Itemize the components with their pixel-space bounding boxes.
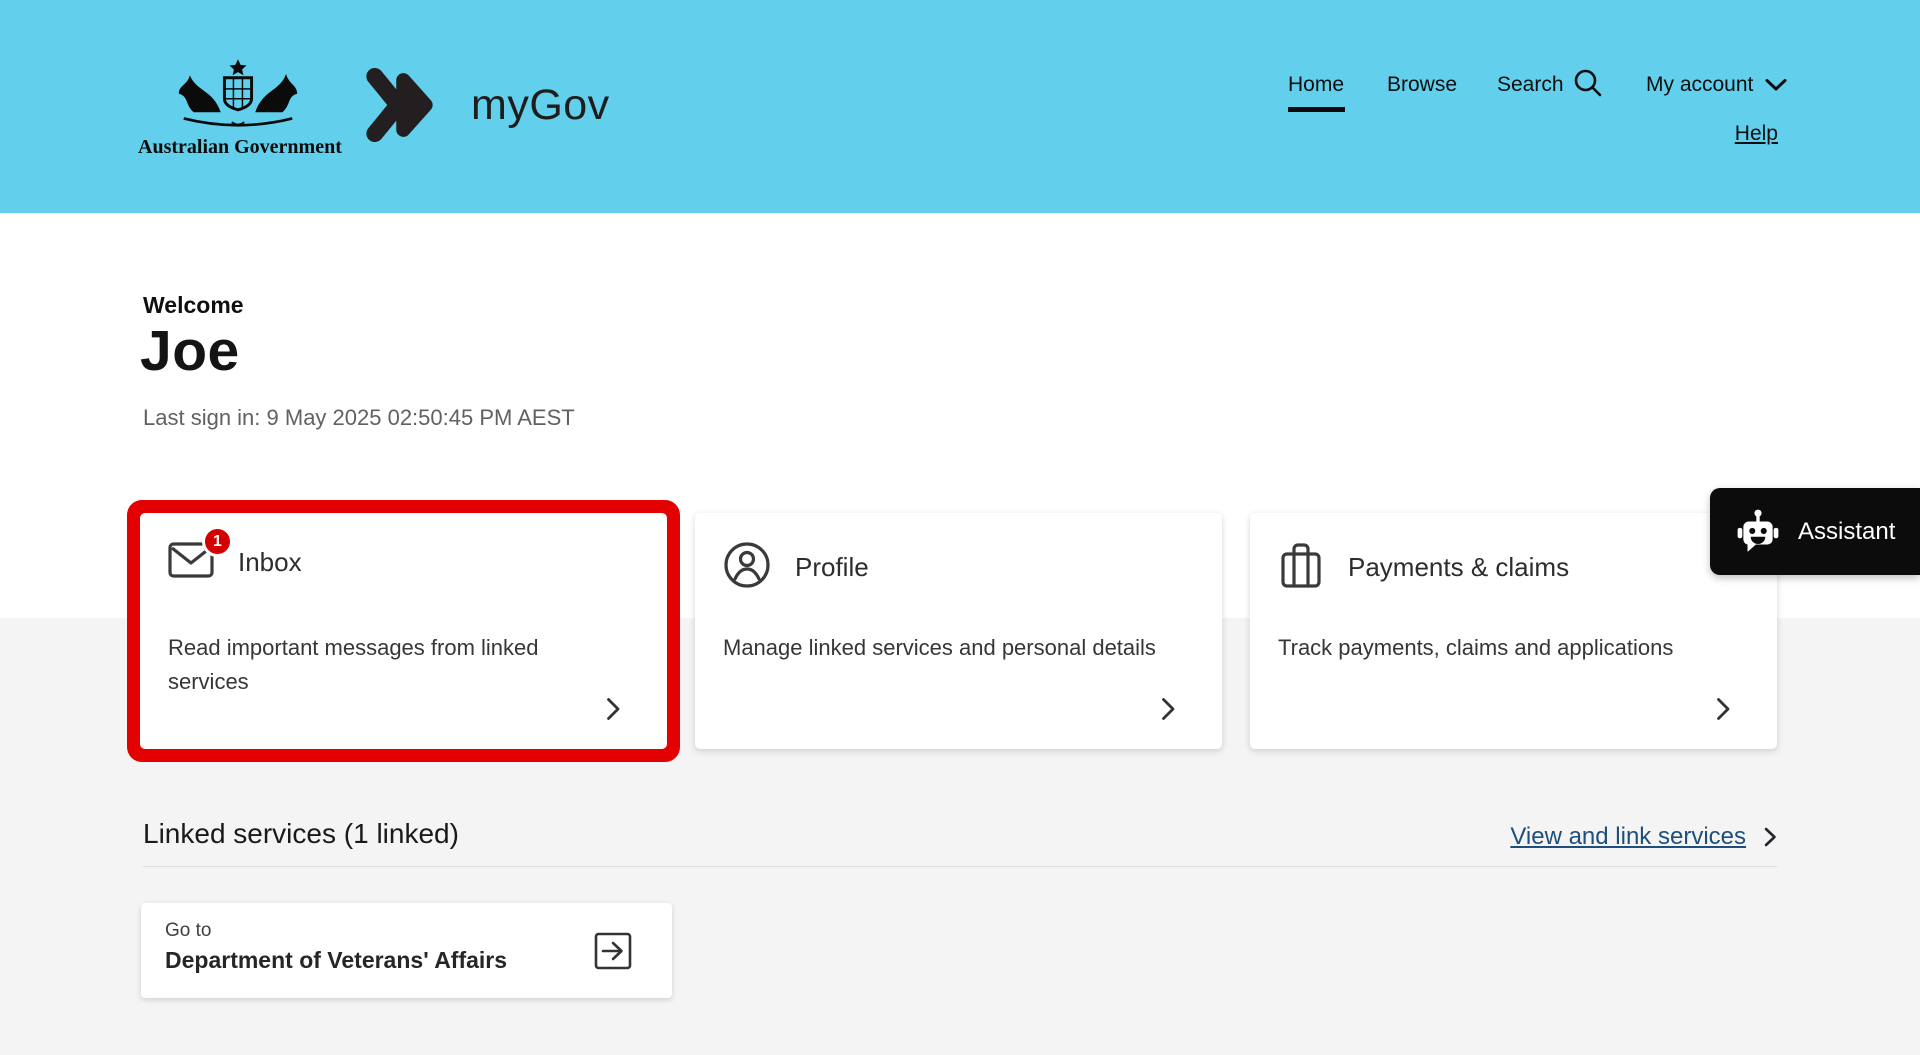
search-icon[interactable] — [1572, 67, 1604, 99]
nav-active-underline — [1288, 107, 1345, 112]
chevron-right-icon — [1716, 697, 1731, 721]
linked-services-title: Linked services — [143, 818, 336, 849]
coat-of-arms-icon — [163, 58, 313, 132]
external-arrow-icon — [594, 932, 632, 970]
unread-badge: 1 — [202, 526, 233, 557]
my-account-menu[interactable]: My account — [1646, 73, 1787, 97]
card-description: Track payments, claims and applications — [1278, 631, 1748, 665]
card-description: Read important messages from linked serv… — [168, 631, 618, 699]
linked-services-count: (1 linked) — [336, 818, 459, 849]
inbox-icon-wrap: 1 — [168, 541, 214, 584]
inbox-card[interactable]: 1 Inbox Read important messages from lin… — [140, 513, 667, 749]
linked-service-card-dva[interactable]: Go to Department of Veterans' Affairs — [141, 903, 672, 998]
service-goto-label: Go to — [165, 920, 211, 942]
card-title: Profile — [795, 552, 869, 583]
view-and-link-services-link[interactable]: View and link services — [1510, 823, 1746, 851]
last-sign-in: Last sign in: 9 May 2025 02:50:45 PM AES… — [143, 405, 575, 431]
card-title: Inbox — [238, 547, 302, 578]
payments-icon-wrap — [1278, 541, 1324, 594]
australian-government-logo: Australian Government — [138, 58, 338, 159]
nav-browse[interactable]: Browse — [1387, 73, 1457, 97]
chevron-right-icon — [1764, 827, 1777, 847]
chevron-down-icon — [1765, 78, 1787, 92]
linked-services-divider — [143, 866, 1777, 867]
gov-caption: Australian Government — [138, 136, 338, 159]
user-name: Joe — [140, 318, 240, 384]
person-icon — [723, 541, 771, 589]
nav-search[interactable]: Search — [1497, 73, 1564, 97]
brand-name: myGov — [471, 81, 610, 130]
service-name: Department of Veterans' Affairs — [165, 947, 507, 974]
assistant-button[interactable]: Assistant — [1710, 488, 1920, 575]
linked-services-heading: Linked services (1 linked) — [143, 818, 459, 850]
mygov-logo-icon — [352, 66, 447, 144]
payments-claims-card[interactable]: Payments & claims Track payments, claims… — [1250, 513, 1777, 749]
help-link[interactable]: Help — [1735, 122, 1778, 146]
briefcase-icon — [1278, 541, 1324, 589]
welcome-label: Welcome — [143, 292, 244, 319]
card-title: Payments & claims — [1348, 552, 1569, 583]
chevron-right-icon — [606, 697, 621, 721]
my-account-label: My account — [1646, 73, 1753, 97]
assistant-label: Assistant — [1798, 518, 1895, 546]
profile-card[interactable]: Profile Manage linked services and perso… — [695, 513, 1222, 749]
view-and-link-services[interactable]: View and link services — [1510, 823, 1777, 851]
assistant-robot-icon — [1736, 509, 1780, 555]
header: Australian Government myGov Home Browse … — [0, 0, 1920, 213]
chevron-right-icon — [1161, 697, 1176, 721]
card-description: Manage linked services and personal deta… — [723, 631, 1173, 665]
profile-icon-wrap — [723, 541, 771, 594]
mygov-logo: myGov — [352, 66, 610, 144]
nav-home[interactable]: Home — [1288, 73, 1344, 97]
